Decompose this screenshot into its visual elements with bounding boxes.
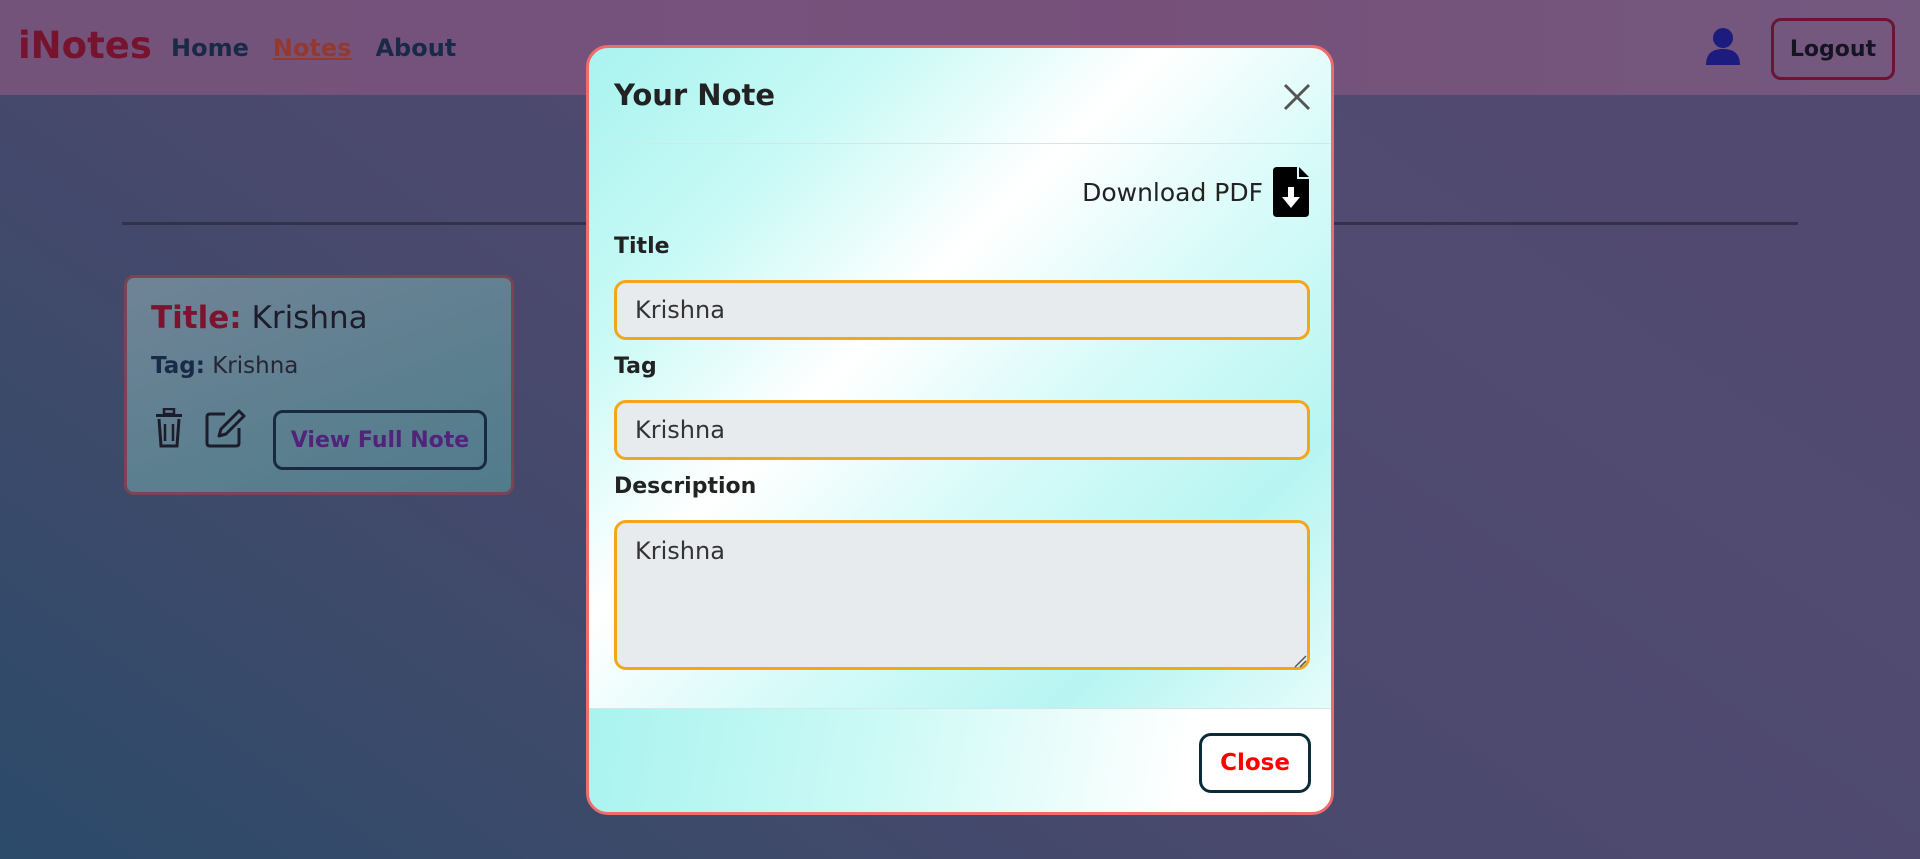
modal-title: Your Note (614, 78, 776, 112)
description-field-label: Description (614, 474, 757, 499)
close-button[interactable]: Close (1199, 733, 1311, 793)
note-modal: Your Note Download PDF Title Tag Descrip… (586, 45, 1334, 815)
download-pdf-label: Download PDF (1082, 177, 1263, 207)
resize-grip-icon[interactable] (1293, 654, 1307, 668)
download-pdf-link[interactable]: Download PDF (1082, 167, 1309, 217)
close-icon[interactable] (1282, 82, 1312, 112)
modal-header: Your Note (589, 48, 1331, 144)
file-download-icon[interactable] (1273, 167, 1309, 217)
description-field[interactable]: Krishna (614, 520, 1310, 670)
title-field[interactable] (614, 280, 1310, 340)
modal-footer: Close (589, 708, 1331, 812)
tag-field[interactable] (614, 400, 1310, 460)
tag-field-label: Tag (614, 354, 657, 379)
title-field-label: Title (614, 234, 670, 259)
